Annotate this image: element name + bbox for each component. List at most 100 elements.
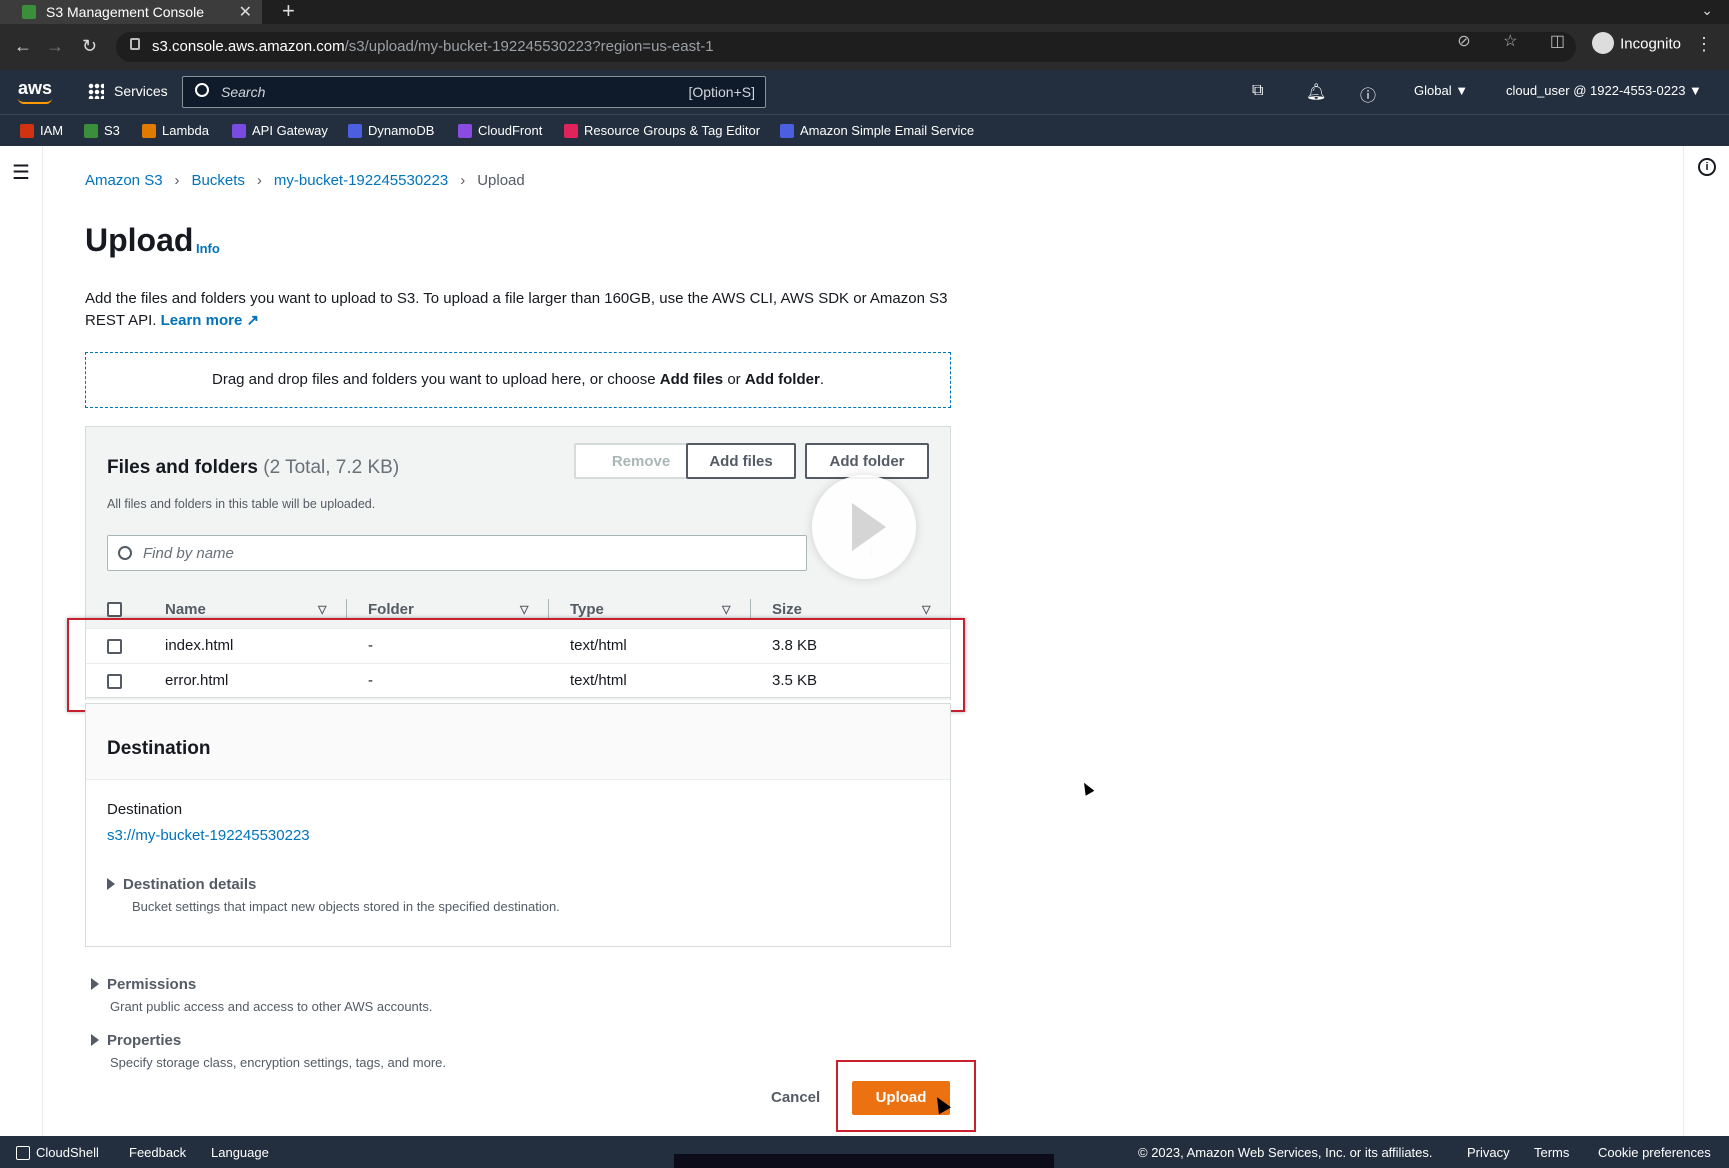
play-icon (852, 503, 886, 551)
favorite-api-gateway[interactable]: API Gateway (232, 123, 328, 138)
back-arrow-icon[interactable]: ← (14, 36, 32, 57)
column-name[interactable]: Name (165, 601, 206, 618)
hamburger-menu-icon[interactable]: ☰ (12, 160, 30, 185)
console-search-input[interactable]: Search [Option+S] (182, 76, 766, 108)
browser-tab[interactable]: S3 Management Console ✕ (0, 0, 262, 24)
sort-type-icon[interactable]: ▽ (722, 603, 730, 616)
favorite-s3[interactable]: S3 (84, 123, 120, 138)
add-folder-button[interactable]: Add folder (805, 443, 929, 479)
notifications-bell-icon[interactable]: 🔔︎ (1306, 82, 1326, 102)
new-tab-icon[interactable]: + (282, 0, 295, 24)
breadcrumb-bucket[interactable]: my-bucket-192245530223 (274, 172, 448, 189)
close-tab-icon[interactable]: ✕ (239, 2, 252, 22)
row-checkbox[interactable] (107, 639, 122, 654)
file-folder: - (368, 672, 373, 689)
breadcrumb-amazon-s3[interactable]: Amazon S3 (85, 172, 163, 189)
select-all-checkbox[interactable] (107, 602, 122, 617)
caret-right-icon (91, 978, 99, 991)
info-panel-icon[interactable]: i (1698, 158, 1716, 176)
cloudshell-icon (16, 1145, 30, 1160)
column-size[interactable]: Size (772, 601, 802, 618)
cloudshell-icon[interactable]: ⧉ (1252, 82, 1263, 100)
favorite-resource-groups[interactable]: Resource Groups & Tag Editor (564, 123, 760, 138)
file-name: error.html (165, 672, 229, 689)
aws-logo[interactable]: aws (18, 78, 52, 104)
s3-icon (84, 123, 98, 138)
destination-heading: Destination (107, 738, 211, 759)
favorite-dynamodb[interactable]: DynamoDB (348, 123, 434, 138)
favorite-lambda[interactable]: Lambda (142, 123, 209, 138)
files-table-body: index.html - text/html 3.8 KB error.html… (85, 628, 951, 698)
properties-subtitle: Specify storage class, encryption settin… (110, 1055, 447, 1070)
add-files-button[interactable]: Add files (686, 443, 796, 479)
help-icon[interactable]: ⓘ (1360, 82, 1376, 106)
destination-link[interactable]: s3://my-bucket-192245530223 (107, 827, 310, 844)
chevron-right-icon: › (256, 172, 262, 189)
privacy-link[interactable]: Privacy (1467, 1145, 1510, 1160)
browser-menu-icon[interactable]: ⋮ (1695, 34, 1713, 55)
s3-favicon-icon (22, 5, 36, 19)
learn-more-link[interactable]: Learn more ↗ (161, 312, 259, 329)
grid-icon (88, 82, 104, 99)
terms-link[interactable]: Terms (1534, 1145, 1569, 1160)
browser-toolbar: ← → ↻ s3.console.aws.amazon.com/s3/uploa… (0, 24, 1729, 70)
favorite-iam[interactable]: IAM (20, 123, 63, 138)
video-caption-bar (674, 1154, 1054, 1168)
feedback-link[interactable]: Feedback (129, 1145, 186, 1160)
video-play-overlay[interactable] (812, 475, 916, 579)
find-by-name-input[interactable]: Find by name (107, 535, 807, 571)
left-rail: ☰ (0, 146, 43, 1136)
destination-panel: Destination Destination s3://my-bucket-1… (85, 703, 951, 947)
forward-arrow-icon[interactable]: → (46, 36, 64, 57)
tab-title: S3 Management Console (46, 4, 204, 20)
caret-right-icon (107, 878, 115, 891)
search-icon (195, 83, 209, 97)
favorites-bar: IAM S3 Lambda API Gateway DynamoDB Cloud… (0, 114, 1729, 146)
browser-tabstrip: S3 Management Console ✕ + ⌄ (0, 0, 1729, 24)
sort-size-icon[interactable]: ▽ (922, 603, 930, 616)
breadcrumb-buckets[interactable]: Buckets (192, 172, 245, 189)
column-folder[interactable]: Folder (368, 601, 414, 618)
cloudfront-icon (458, 123, 472, 138)
table-row[interactable]: index.html - text/html 3.8 KB (86, 628, 950, 662)
properties-toggle[interactable]: Properties (91, 1032, 181, 1049)
column-type[interactable]: Type (570, 601, 604, 618)
destination-header: Destination (86, 704, 950, 780)
region-selector[interactable]: Global ▼ (1414, 83, 1468, 98)
caret-right-icon (91, 1034, 99, 1047)
lambda-icon (142, 123, 156, 138)
reload-icon[interactable]: ↻ (82, 36, 97, 57)
url-text: s3.console.aws.amazon.com/s3/upload/my-b… (152, 38, 714, 55)
cookie-preferences-link[interactable]: Cookie preferences (1598, 1145, 1711, 1160)
services-menu-button[interactable]: Services (88, 82, 168, 99)
mouse-pointer-icon (1079, 780, 1095, 796)
breadcrumb-upload: Upload (477, 172, 525, 189)
incognito-indicator[interactable]: Incognito (1592, 32, 1681, 54)
favorite-ses[interactable]: Amazon Simple Email Service (780, 123, 974, 138)
language-selector[interactable]: Language (211, 1145, 269, 1160)
permissions-toggle[interactable]: Permissions (91, 976, 196, 993)
api-gateway-icon (232, 123, 246, 138)
tracking-protection-icon[interactable]: ⊘ ☆ ◫ (1457, 31, 1579, 51)
info-link[interactable]: Info (196, 241, 220, 256)
page-title: Upload (85, 222, 194, 258)
account-menu[interactable]: cloud_user @ 1922-4553-0223 ▼ (1506, 83, 1702, 98)
file-size: 3.8 KB (772, 637, 818, 654)
resource-groups-icon (564, 123, 578, 138)
cancel-button[interactable]: Cancel (771, 1089, 820, 1106)
right-rail: i (1683, 146, 1729, 1136)
address-bar[interactable]: s3.console.aws.amazon.com/s3/upload/my-b… (116, 32, 1576, 62)
sort-name-icon[interactable]: ▽ (318, 603, 326, 616)
file-name: index.html (165, 637, 234, 654)
cloudshell-footer-button[interactable]: CloudShell (16, 1145, 99, 1160)
chevron-right-icon: › (460, 172, 466, 189)
sort-folder-icon[interactable]: ▽ (520, 603, 528, 616)
lock-icon (130, 38, 140, 50)
tab-search-chevron-icon[interactable]: ⌄ (1701, 2, 1713, 19)
row-checkbox[interactable] (107, 674, 122, 689)
destination-details-toggle[interactable]: Destination details (107, 876, 256, 893)
dynamodb-icon (348, 123, 362, 138)
favorite-cloudfront[interactable]: CloudFront (458, 123, 542, 138)
drag-drop-zone[interactable]: Drag and drop files and folders you want… (85, 352, 951, 408)
table-row[interactable]: error.html - text/html 3.5 KB (86, 663, 950, 697)
